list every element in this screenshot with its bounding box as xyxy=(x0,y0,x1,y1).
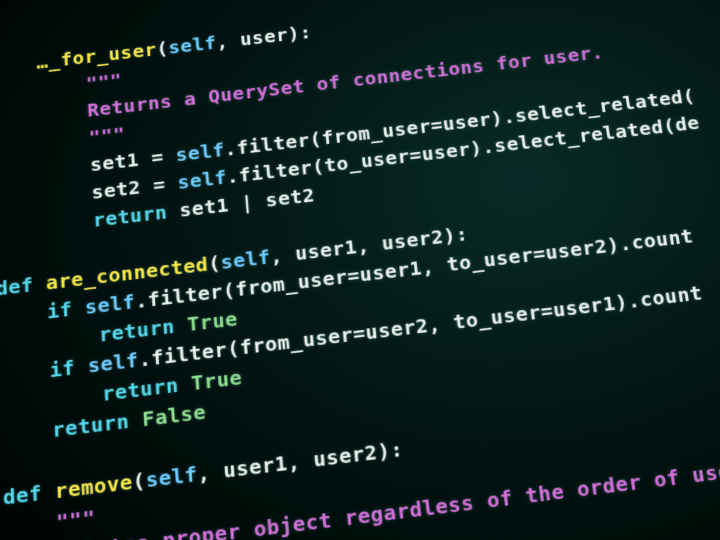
code-block: …_for_user(self, user): """ Returns a Qu… xyxy=(0,0,720,540)
token-slf: self xyxy=(220,245,271,274)
token-str: """ xyxy=(88,123,126,149)
token-bool: True xyxy=(186,307,238,336)
token-str: """ xyxy=(56,505,96,535)
token-slf: self xyxy=(87,348,139,378)
token-slf: self xyxy=(145,462,198,493)
token-bool: True xyxy=(190,365,243,395)
token-slf: self xyxy=(175,139,225,166)
token-slf: self xyxy=(168,32,217,58)
token-fn: remove xyxy=(54,469,133,503)
token-kw: def xyxy=(2,479,55,510)
token-kw: if xyxy=(47,296,86,324)
token-str: """ xyxy=(85,69,122,94)
token-slf: self xyxy=(84,290,135,319)
token-bool: False xyxy=(141,400,206,432)
token-slf: self xyxy=(177,166,228,194)
code-editor-viewport: …_for_user(self, user): """ Returns a Qu… xyxy=(0,0,720,540)
token-kw: def xyxy=(0,271,46,300)
token-kw: if xyxy=(49,354,88,382)
